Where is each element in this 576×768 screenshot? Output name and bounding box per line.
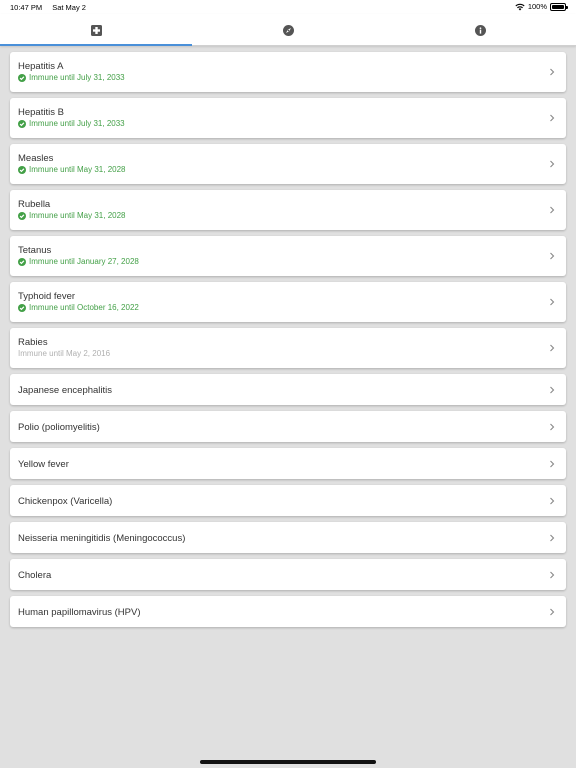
vaccine-card[interactable]: Rubella Immune until May 31, 2028 bbox=[10, 190, 566, 230]
vaccine-status: Immune until May 31, 2028 bbox=[18, 211, 126, 220]
chevron-right-icon bbox=[550, 423, 555, 430]
info-icon bbox=[474, 24, 486, 36]
status-left: 10:47 PM Sat May 2 bbox=[10, 3, 94, 12]
vaccine-status-text: Immune until July 31, 2033 bbox=[29, 119, 125, 128]
vaccine-name: Hepatitis B bbox=[18, 107, 64, 118]
vaccine-card[interactable]: Hepatitis A Immune until July 31, 2033 bbox=[10, 52, 566, 92]
status-date: Sat May 2 bbox=[52, 3, 86, 12]
vaccine-card[interactable]: Yellow fever bbox=[10, 448, 566, 479]
check-circle-icon bbox=[18, 165, 26, 174]
chevron-right-icon bbox=[550, 460, 555, 467]
vaccine-status-text: Immune until July 31, 2033 bbox=[29, 73, 125, 82]
tab-explore[interactable] bbox=[192, 14, 384, 46]
chevron-right-icon bbox=[550, 344, 555, 352]
vaccine-card[interactable]: Measles Immune until May 31, 2028 bbox=[10, 144, 566, 184]
vaccine-status-text: Immune until May 2, 2016 bbox=[18, 349, 111, 358]
chevron-right-icon bbox=[550, 68, 555, 76]
home-indicator[interactable] bbox=[200, 760, 376, 764]
vaccine-status-text: Immune until October 16, 2022 bbox=[29, 303, 139, 312]
medical-plus-icon bbox=[90, 24, 102, 36]
tab-indicator bbox=[0, 44, 192, 46]
vaccine-status-text: Immune until May 31, 2028 bbox=[29, 211, 126, 220]
chevron-right-icon bbox=[550, 206, 555, 214]
check-circle-icon bbox=[18, 211, 26, 220]
vaccine-card[interactable]: Hepatitis B Immune until July 31, 2033 bbox=[10, 98, 566, 138]
vaccine-status: Immune until October 16, 2022 bbox=[18, 303, 139, 312]
vaccine-name: Hepatitis A bbox=[18, 61, 64, 72]
chevron-right-icon bbox=[550, 160, 555, 168]
vaccine-name: Rubella bbox=[18, 199, 51, 210]
chevron-right-icon bbox=[550, 608, 555, 615]
chevron-right-icon bbox=[550, 534, 555, 541]
vaccine-card[interactable]: Cholera bbox=[10, 559, 566, 590]
wifi-icon bbox=[515, 3, 525, 10]
status-right: 100% bbox=[515, 2, 568, 11]
vaccine-status: Immune until May 2, 2016 bbox=[18, 349, 110, 358]
vaccine-card[interactable]: Chickenpox (Varicella) bbox=[10, 485, 566, 516]
chevron-right-icon bbox=[550, 252, 555, 260]
check-circle-icon bbox=[18, 119, 26, 128]
check-circle-icon bbox=[18, 303, 26, 312]
vaccine-list: Hepatitis A Immune until July 31, 2033 Hep… bbox=[10, 52, 566, 633]
vaccine-card[interactable]: Neisseria meningitidis (Meningococcus) bbox=[10, 522, 566, 553]
check-circle-icon bbox=[18, 73, 26, 82]
vaccine-name: Human papillomavirus (HPV) bbox=[18, 607, 141, 618]
chevron-right-icon bbox=[550, 497, 555, 504]
status-bar: 10:47 PM Sat May 2 100% bbox=[0, 0, 576, 14]
vaccine-name: Yellow fever bbox=[18, 459, 69, 470]
tab-vaccinations[interactable] bbox=[0, 14, 192, 46]
vaccine-name: Measles bbox=[18, 153, 54, 164]
vaccine-card[interactable]: Typhoid fever Immune until October 16, 20… bbox=[10, 282, 566, 322]
vaccine-status-text: Immune until May 31, 2028 bbox=[29, 165, 126, 174]
vaccine-status: Immune until July 31, 2033 bbox=[18, 73, 125, 82]
tab-bar bbox=[0, 14, 576, 46]
vaccine-card[interactable]: Japanese encephalitis bbox=[10, 374, 566, 405]
compass-icon bbox=[282, 24, 294, 36]
vaccine-name: Typhoid fever bbox=[18, 291, 76, 302]
chevron-right-icon bbox=[550, 298, 555, 306]
chevron-right-icon bbox=[550, 386, 555, 393]
chevron-right-icon bbox=[550, 571, 555, 578]
vaccine-status: Immune until May 31, 2028 bbox=[18, 165, 126, 174]
battery-icon bbox=[550, 2, 568, 11]
vaccine-name: Cholera bbox=[18, 570, 52, 581]
vaccine-name: Japanese encephalitis bbox=[18, 385, 113, 396]
vaccine-name: Neisseria meningitidis (Meningococcus) bbox=[18, 533, 186, 544]
battery-percent: 100% bbox=[527, 2, 547, 11]
vaccine-status: Immune until July 31, 2033 bbox=[18, 119, 125, 128]
vaccine-card[interactable]: Polio (poliomyelitis) bbox=[10, 411, 566, 442]
vaccine-name: Chickenpox (Varicella) bbox=[18, 496, 113, 507]
vaccine-card[interactable]: Human papillomavirus (HPV) bbox=[10, 596, 566, 627]
tab-info[interactable] bbox=[384, 14, 576, 46]
vaccine-card[interactable]: Tetanus Immune until January 27, 2028 bbox=[10, 236, 566, 276]
vaccine-name: Polio (poliomyelitis) bbox=[18, 422, 100, 433]
vaccine-card[interactable]: Rabies Immune until May 2, 2016 bbox=[10, 328, 566, 368]
check-circle-icon bbox=[18, 257, 26, 266]
vaccine-name: Tetanus bbox=[18, 245, 52, 256]
vaccine-status: Immune until January 27, 2028 bbox=[18, 257, 139, 266]
chevron-right-icon bbox=[550, 114, 555, 122]
vaccine-name: Rabies bbox=[18, 337, 48, 348]
vaccine-status-text: Immune until January 27, 2028 bbox=[29, 257, 139, 266]
status-time: 10:47 PM bbox=[10, 3, 43, 12]
